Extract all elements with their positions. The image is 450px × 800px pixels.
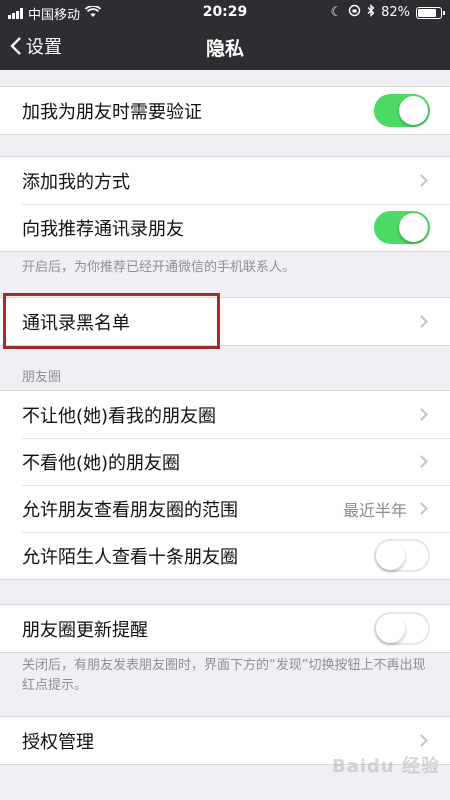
status-right: ☾ 82% [330,3,445,21]
chevron-right-icon [415,455,428,468]
blacklist-row[interactable]: 通讯录黑名单 [0,298,450,345]
bluetooth-icon [367,3,375,21]
chevron-right-icon [415,408,428,421]
recommend-contacts-toggle[interactable] [374,211,430,244]
hide-my-moments-row[interactable]: 不让他(她)看我的朋友圈 [0,391,450,438]
moments-update-group: 朋友圈更新提醒 [0,604,450,653]
battery-level [418,8,437,17]
stranger-view-label: 允许陌生人查看十条朋友圈 [22,546,238,568]
friend-verify-toggle[interactable] [374,94,430,127]
toggle-knob [376,541,405,570]
moments-update-note: 关闭后，有朋友发表朋友圈时，界面下方的“发现”切换按钮上不再出现红点提示。 [22,658,426,693]
watermark: Baidu 经验 [331,756,440,777]
moments-header: 朋友圈 [22,370,62,385]
page-title: 隐私 [205,38,244,60]
hide-my-moments-label: 不让他(她)看我的朋友圈 [22,405,217,427]
blacklist-label: 通讯录黑名单 [22,312,130,334]
moments-range-value: 最近半年 [342,500,407,520]
chevron-right-icon [415,502,428,515]
moon-icon: ☾ [330,5,343,20]
stranger-view-row: 允许陌生人查看十条朋友圈 [0,532,450,579]
moments-update-toggle[interactable] [374,612,430,645]
hide-their-moments-label: 不看他(她)的朋友圈 [22,452,181,474]
stranger-view-toggle[interactable] [374,539,430,572]
chevron-right-icon [415,174,428,187]
friend-verify-row: 加我为朋友时需要验证 [0,87,450,134]
recommend-note: 开启后，为你推荐已经开通微信的手机联系人。 [22,260,296,275]
moments-group: 不让他(她)看我的朋友圈 不看他(她)的朋友圈 允许朋友查看朋友圈的范围 最近半… [0,390,450,580]
add-methods-row[interactable]: 添加我的方式 [0,157,450,204]
moments-update-row: 朋友圈更新提醒 [0,605,450,652]
friend-verify-label: 加我为朋友时需要验证 [22,101,202,123]
moments-range-row[interactable]: 允许朋友查看朋友圈的范围 最近半年 [0,485,450,532]
add-methods-group: 添加我的方式 向我推荐通讯录朋友 [0,156,450,252]
recommend-contacts-row: 向我推荐通讯录朋友 [0,204,450,251]
battery-percent: 82% [381,5,410,20]
rotation-lock-icon [348,4,361,21]
nav-bar: 设置 隐私 [0,24,450,70]
add-methods-label: 添加我的方式 [22,171,130,193]
battery-icon [416,6,445,19]
hide-their-moments-row[interactable]: 不看他(她)的朋友圈 [0,438,450,485]
recommend-contacts-label: 向我推荐通讯录朋友 [22,218,184,240]
moments-update-label: 朋友圈更新提醒 [22,619,148,641]
blacklist-group: 通讯录黑名单 [0,297,450,346]
status-bar: 中国移动 20:29 ☾ 82% [0,0,450,24]
authorization-label: 授权管理 [22,731,94,753]
toggle-knob [399,213,428,242]
toggle-knob [376,614,405,643]
chevron-right-icon [415,734,428,747]
top-bar: 中国移动 20:29 ☾ 82% 设置 隐私 [0,0,450,70]
chevron-right-icon [415,315,428,328]
friend-verify-group: 加我为朋友时需要验证 [0,86,450,135]
toggle-knob [399,96,428,125]
moments-range-label: 允许朋友查看朋友圈的范围 [22,499,238,521]
